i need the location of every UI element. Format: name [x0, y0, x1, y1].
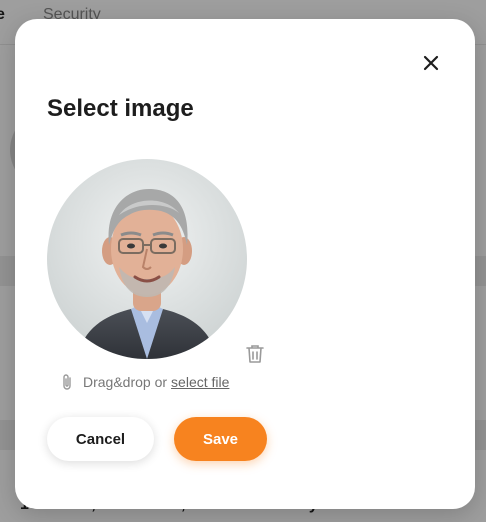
close-button[interactable]	[415, 47, 447, 79]
delete-image-button[interactable]	[244, 343, 266, 365]
cancel-button[interactable]: Cancel	[47, 417, 154, 461]
dialog-title: Select image	[47, 95, 194, 122]
close-icon	[423, 55, 439, 71]
trash-icon	[246, 345, 264, 363]
image-preview	[47, 159, 247, 359]
select-image-dialog: Select image Drag&drop or select file Ca…	[15, 19, 475, 509]
profile-photo	[47, 159, 247, 359]
file-dropzone[interactable]: Drag&drop or select file	[61, 372, 229, 392]
dropzone-label: Drag&drop or	[83, 374, 168, 390]
save-button[interactable]: Save	[174, 417, 267, 461]
select-file-link[interactable]: select file	[171, 374, 229, 390]
paperclip-icon	[61, 373, 73, 391]
